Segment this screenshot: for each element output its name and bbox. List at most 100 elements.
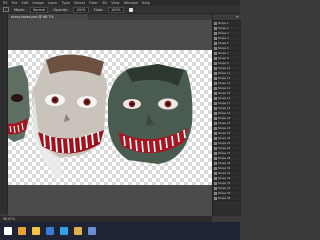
mail-icon[interactable]	[46, 227, 54, 235]
layer-name: Shape 24	[218, 136, 231, 140]
layer-name: Shape 32	[218, 176, 231, 180]
layers-panel: ≡ Shape 1 Shape 2 Shape 3 Shape 4 Shape 5 Sha…	[212, 14, 241, 216]
right-face	[108, 64, 193, 164]
layer-name: Shape 27	[218, 151, 231, 155]
layer-name: Shape 4	[218, 36, 229, 40]
layer-name: Shape 28	[218, 156, 231, 160]
left-face	[8, 65, 30, 142]
mode-select[interactable]: Normal	[30, 6, 49, 13]
layer-name: Shape 31	[218, 171, 231, 175]
photoshop-icon[interactable]	[60, 227, 68, 235]
layer-name: Shape 22	[218, 126, 231, 130]
layer-thumbnail	[214, 196, 217, 200]
layer-thumbnail	[214, 186, 217, 190]
layer-name: Shape 10	[218, 66, 231, 70]
menu-item[interactable]: Edit	[21, 1, 28, 5]
layers-panel-header: ≡	[213, 14, 241, 21]
layer-thumbnail	[214, 156, 217, 160]
layer-thumbnail	[214, 96, 217, 100]
layer-name: Shape 18	[218, 106, 231, 110]
layer-thumbnail	[214, 181, 217, 185]
layer-thumbnail	[214, 126, 217, 130]
layer-thumbnail	[214, 46, 217, 50]
panel-menu-icon[interactable]: ≡	[236, 14, 239, 19]
canvas-area[interactable]	[8, 20, 212, 216]
layer-name: Shape 3	[218, 31, 229, 35]
menu-item[interactable]: Layer	[48, 1, 58, 5]
menu-item[interactable]: Help	[142, 1, 150, 5]
layer-thumbnail	[214, 136, 217, 140]
layer-thumbnail	[214, 101, 217, 105]
layer-name: Shape 30	[218, 166, 231, 170]
flow-field[interactable]: 100%	[108, 6, 124, 13]
layer-name: Shape 36	[218, 196, 231, 200]
layer-thumbnail	[214, 146, 217, 150]
layer-thumbnail	[214, 21, 217, 25]
layer-thumbnail	[214, 61, 217, 65]
layer-thumbnail	[214, 151, 217, 155]
layer-thumbnail	[214, 116, 217, 120]
layer-name: Shape 19	[218, 111, 231, 115]
layer-thumbnail	[214, 111, 217, 115]
layer-name: Shape 29	[218, 161, 231, 165]
layer-name: Shape 21	[218, 121, 231, 125]
layer-thumbnail	[214, 141, 217, 145]
layer-thumbnail	[214, 131, 217, 135]
layer-thumbnail	[214, 76, 217, 80]
airbrush-checkbox[interactable]	[128, 7, 133, 12]
layer-thumbnail	[214, 66, 217, 70]
layer-name: Shape 33	[218, 181, 231, 185]
layer-name: Shape 13	[218, 81, 231, 85]
menu-item[interactable]: 3D	[102, 1, 107, 5]
opacity-field[interactable]: 100%	[73, 6, 89, 13]
layer-name: Shape 25	[218, 141, 231, 145]
folder-icon[interactable]	[74, 227, 82, 235]
menu-item[interactable]: Select	[74, 1, 85, 5]
layer-name: Shape 34	[218, 186, 231, 190]
layer-thumbnail	[214, 81, 217, 85]
layer-name: Shape 6	[218, 46, 229, 50]
explorer-icon[interactable]	[32, 227, 40, 235]
menu-item[interactable]: Filter	[89, 1, 98, 5]
layer-name: Shape 5	[218, 41, 229, 45]
layer-thumbnail	[214, 56, 217, 60]
menu-item[interactable]: Image	[32, 1, 43, 5]
layer-name: Shape 23	[218, 131, 231, 135]
face-masks-artwork	[8, 54, 193, 180]
layer-name: Shape 1	[218, 21, 229, 25]
layer-thumbnail	[214, 71, 217, 75]
layer-row[interactable]: Shape 36	[213, 196, 241, 201]
layer-thumbnail	[214, 51, 217, 55]
menu-item[interactable]: View	[111, 1, 120, 5]
options-bar: Mode: Normal Opacity: 100% Flow: 100%	[0, 6, 240, 14]
store-icon[interactable]	[88, 227, 96, 235]
layer-thumbnail	[214, 91, 217, 95]
layer-name: Shape 26	[218, 146, 231, 150]
layer-name: Shape 15	[218, 91, 231, 95]
brush-tool-icon[interactable]	[3, 7, 9, 12]
menu-item[interactable]: Type	[62, 1, 70, 5]
layer-thumbnail	[214, 26, 217, 30]
layer-name: Shape 16	[218, 96, 231, 100]
layer-thumbnail	[214, 176, 217, 180]
middle-face	[32, 54, 107, 180]
browser-icon[interactable]	[18, 227, 26, 235]
layer-name: Shape 2	[218, 26, 229, 30]
menu-item[interactable]: Window	[124, 1, 138, 5]
mode-label: Mode:	[14, 7, 26, 12]
layer-thumbnail	[214, 31, 217, 35]
flow-label: Flow:	[93, 7, 103, 12]
menu-item[interactable]: File	[11, 1, 17, 5]
layer-thumbnail	[214, 171, 217, 175]
menu-item[interactable]: PS	[3, 1, 7, 5]
layer-name: Shape 20	[218, 116, 231, 120]
start-icon[interactable]	[4, 227, 12, 235]
layer-thumbnail	[214, 121, 217, 125]
layer-name: Shape 12	[218, 76, 231, 80]
layer-name: Shape 35	[218, 191, 231, 195]
layer-name: Shape 14	[218, 86, 231, 90]
taskbar	[0, 222, 240, 240]
layer-thumbnail	[214, 86, 217, 90]
layer-thumbnail	[214, 166, 217, 170]
layer-name: Shape 11	[218, 71, 231, 75]
